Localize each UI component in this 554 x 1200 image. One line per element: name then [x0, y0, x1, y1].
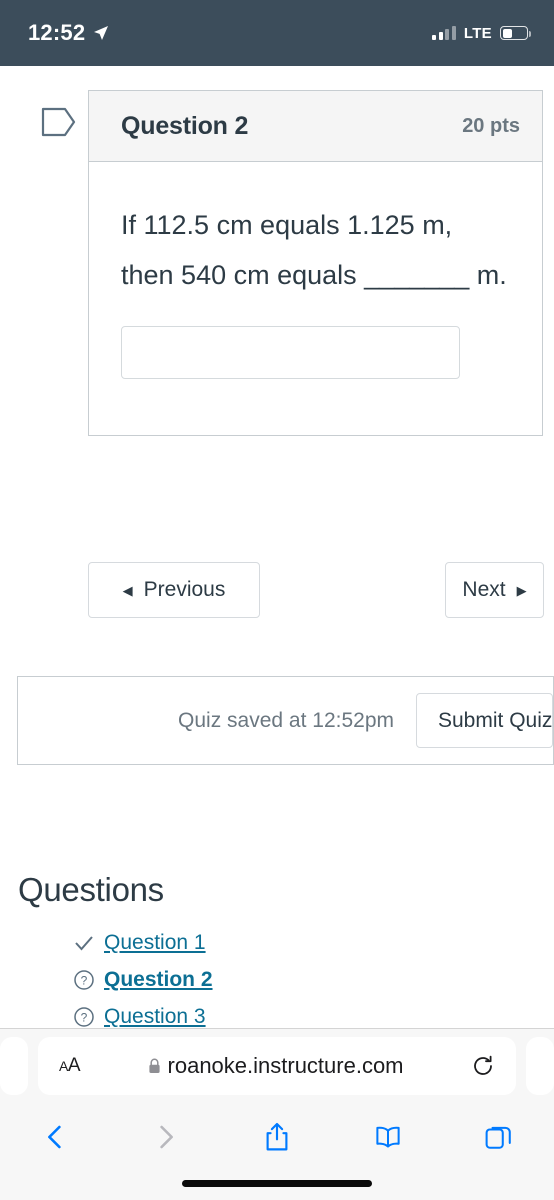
safari-toolbar	[0, 1107, 554, 1167]
question-points: 20 pts	[462, 114, 520, 137]
submit-quiz-button[interactable]: Submit Quiz	[416, 693, 553, 748]
question-mark-circle-icon: ?	[73, 1006, 95, 1028]
question-title: Question 2	[121, 111, 249, 140]
answer-input[interactable]	[121, 326, 460, 379]
triangle-right-icon: ▶	[516, 582, 527, 598]
status-bar-clock: 12:52	[28, 20, 86, 45]
submit-quiz-label: Submit Quiz	[438, 708, 553, 732]
bookmarks-button[interactable]	[332, 1124, 443, 1150]
questions-list: Question 1 ? Question 2 ? Question 3	[18, 924, 438, 1028]
home-indicator	[182, 1180, 372, 1187]
tabs-button[interactable]	[443, 1123, 554, 1151]
text-size-button[interactable]: AA	[59, 1055, 81, 1077]
url-display[interactable]: roanoke.instructure.com	[148, 1053, 404, 1079]
check-icon	[73, 932, 95, 954]
phone-screen: 12:52 LTE Question 2 20 pts If 112.5 cm …	[0, 0, 554, 1200]
question-link[interactable]: Question 3	[104, 1005, 206, 1029]
list-item[interactable]: ? Question 2	[18, 961, 438, 998]
network-type-label: LTE	[463, 24, 492, 42]
web-page-viewport: Question 2 20 pts If 112.5 cm equals 1.1…	[0, 66, 554, 1028]
question-card: Question 2 20 pts If 112.5 cm equals 1.1…	[88, 90, 543, 436]
list-item[interactable]: Question 1	[18, 924, 438, 961]
status-bar-right: LTE	[432, 24, 531, 42]
location-arrow-icon	[93, 25, 109, 41]
svg-text:?: ?	[81, 973, 88, 987]
status-bar-left: 12:52	[28, 20, 109, 46]
url-bar[interactable]: AA roanoke.instructure.com	[38, 1037, 516, 1095]
lock-icon	[148, 1058, 161, 1074]
svg-text:?: ?	[81, 1010, 88, 1024]
forward-button[interactable]	[111, 1122, 222, 1152]
question-body: If 112.5 cm equals 1.125 m, then 540 cm …	[89, 162, 542, 435]
question-header: Question 2 20 pts	[89, 91, 542, 162]
back-button[interactable]	[0, 1122, 111, 1152]
question-mark-circle-icon: ?	[73, 969, 95, 991]
ios-status-bar: 12:52 LTE	[0, 0, 554, 66]
url-text: roanoke.instructure.com	[167, 1053, 404, 1078]
safari-browser-chrome: AA roanoke.instructure.com	[0, 1028, 554, 1200]
question-link[interactable]: Question 1	[104, 931, 206, 955]
questions-heading: Questions	[18, 871, 164, 908]
share-button[interactable]	[222, 1121, 333, 1153]
previous-tab-peek[interactable]	[0, 1037, 28, 1095]
next-button-label: Next	[462, 578, 506, 601]
question-text: If 112.5 cm equals 1.125 m, then 540 cm …	[121, 210, 507, 290]
cellular-signal-icon	[432, 26, 456, 40]
next-tab-peek[interactable]	[526, 1037, 554, 1095]
quiz-submit-bar: Quiz saved at 12:52pm Submit Quiz	[17, 676, 554, 765]
question-link[interactable]: Question 2	[104, 968, 213, 992]
quiz-saved-status: Quiz saved at 12:52pm	[178, 708, 394, 732]
safari-url-row: AA roanoke.instructure.com	[0, 1033, 554, 1099]
question-flag-icon[interactable]	[41, 107, 77, 137]
next-question-button[interactable]: Next ▶	[445, 562, 544, 618]
list-item[interactable]: ? Question 3	[18, 998, 438, 1028]
battery-icon	[500, 26, 531, 40]
triangle-left-icon: ◀	[122, 582, 133, 598]
previous-button-label: Previous	[143, 578, 226, 601]
questions-panel: Questions Question 1 ? Question 2 ? Ques…	[18, 871, 438, 1028]
previous-question-button[interactable]: ◀ Previous	[88, 562, 260, 618]
reload-icon[interactable]	[471, 1054, 495, 1078]
